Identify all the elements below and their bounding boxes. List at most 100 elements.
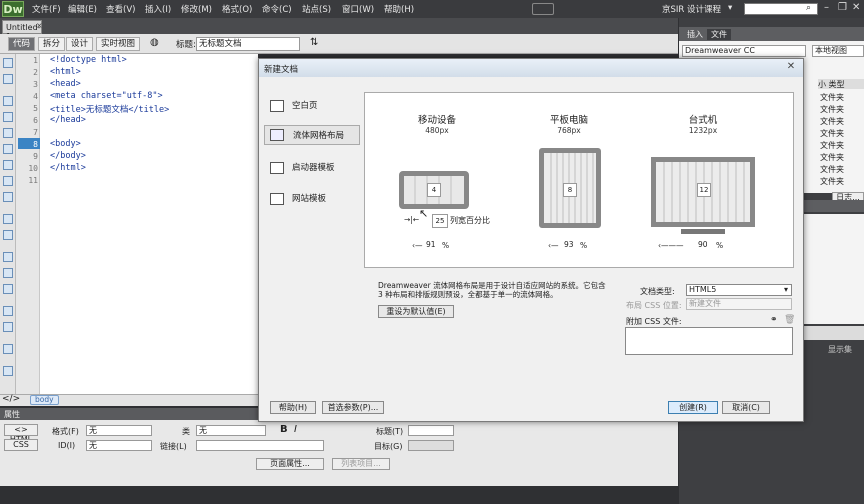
chevron-down-icon[interactable]: ▾ xyxy=(728,3,732,13)
help-button[interactable]: 帮助(H) xyxy=(270,401,316,414)
dialog-titlebar xyxy=(259,59,803,77)
code-line[interactable]: </body> xyxy=(50,151,86,161)
collapse-tag-icon[interactable] xyxy=(3,74,13,84)
tablet-percent-input[interactable]: 93 xyxy=(564,240,574,249)
menu-edit[interactable]: 编辑(E) xyxy=(68,3,97,15)
wrap-tag-icon[interactable] xyxy=(3,252,13,262)
menu-view[interactable]: 查看(V) xyxy=(106,3,135,15)
menu-file[interactable]: 文件(F) xyxy=(32,3,61,15)
code-line[interactable]: <meta charset="utf-8"> xyxy=(50,91,163,101)
indent-code-icon[interactable] xyxy=(3,306,13,316)
create-button[interactable]: 创建(R) xyxy=(668,401,718,414)
class-select[interactable]: 无 xyxy=(196,425,266,436)
select-parent-icon[interactable] xyxy=(3,112,13,122)
cancel-button[interactable]: 取消(C) xyxy=(722,401,770,414)
auto-indent-icon[interactable] xyxy=(3,176,13,186)
desktop-columns-input[interactable]: 12 xyxy=(697,183,711,197)
code-line[interactable]: <!doctype html> xyxy=(50,55,127,65)
menu-format[interactable]: 格式(O) xyxy=(222,3,252,15)
id-select[interactable]: 无 xyxy=(86,440,152,451)
site-select[interactable]: Dreamweaver CC xyxy=(682,45,806,57)
code-line[interactable]: <head> xyxy=(50,79,81,89)
blank-page-icon xyxy=(270,100,284,112)
expand-all-icon[interactable] xyxy=(3,96,13,106)
css-mode-button[interactable]: CSS xyxy=(4,439,38,451)
italic-button[interactable]: I xyxy=(294,424,297,435)
line-number: 6 xyxy=(33,116,38,125)
word-wrap-icon[interactable] xyxy=(3,192,13,202)
type-column-header[interactable]: 小 类型 xyxy=(818,79,864,89)
file-transfer-icon[interactable]: ⇅ xyxy=(310,37,318,48)
validate-icon[interactable] xyxy=(3,366,13,376)
tag-selector-body[interactable]: body xyxy=(30,395,59,405)
gutter-width-input[interactable]: 25 xyxy=(432,214,448,228)
recent-snippets-icon[interactable] xyxy=(3,268,13,278)
tablet-columns-input[interactable]: 8 xyxy=(563,183,577,197)
menu-site[interactable]: 站点(S) xyxy=(302,3,331,15)
move-css-icon[interactable] xyxy=(3,284,13,294)
outdent-code-icon[interactable] xyxy=(3,322,13,332)
bold-button[interactable]: B xyxy=(280,424,288,435)
mobile-columns-input[interactable]: 4 xyxy=(427,183,441,197)
document-title-input[interactable]: 无标题文档 xyxy=(196,37,300,51)
preferences-button[interactable]: 首选参数(P)... xyxy=(322,401,384,414)
search-icon[interactable]: ⌕ xyxy=(806,3,811,13)
mobile-percent-input[interactable]: 91 xyxy=(426,240,436,249)
code-view-icon[interactable]: </> xyxy=(2,394,20,404)
html-mode-button[interactable]: <> HTML xyxy=(4,424,38,444)
syntax-color-icon[interactable] xyxy=(3,160,13,170)
tab-files[interactable]: 文件 xyxy=(707,29,731,40)
code-line[interactable]: <html> xyxy=(50,67,81,77)
percent-sign: % xyxy=(716,241,724,250)
remove-comment-icon[interactable] xyxy=(3,230,13,240)
trash-icon[interactable]: 🗑 xyxy=(784,315,795,325)
layout-css-select[interactable]: 新建文件 xyxy=(686,298,792,310)
show-set-label[interactable]: 显示集 xyxy=(828,344,852,355)
code-line[interactable]: <body> xyxy=(50,139,81,149)
menu-window[interactable]: 窗口(W) xyxy=(342,3,374,15)
link-icon[interactable]: ⚭ xyxy=(770,315,778,325)
workspace-user-label[interactable]: 京SIR 设计课程 xyxy=(662,3,721,15)
menu-commands[interactable]: 命令(C) xyxy=(262,3,292,15)
title-prop-input[interactable] xyxy=(408,425,454,436)
close-window-button[interactable]: ✕ xyxy=(852,2,860,13)
code-view-button[interactable]: 代码 xyxy=(8,37,36,51)
split-view-button[interactable]: 拆分 xyxy=(38,37,66,51)
doctype-select[interactable]: HTML5 xyxy=(686,284,792,296)
minimize-button[interactable]: – xyxy=(824,2,829,13)
tab-insert[interactable]: 插入 xyxy=(683,29,707,40)
code-line[interactable]: <title>无标题文档</title> xyxy=(50,103,169,115)
design-view-button[interactable]: 设计 xyxy=(66,37,94,51)
workspace-layout-icon[interactable] xyxy=(532,3,554,15)
open-documents-icon[interactable] xyxy=(3,58,13,68)
target-select[interactable] xyxy=(408,440,454,451)
reset-defaults-button[interactable]: 重设为默认值(E) xyxy=(378,305,454,318)
format-select[interactable]: 无 xyxy=(86,425,152,436)
line-numbers-icon[interactable] xyxy=(3,128,13,138)
link-input[interactable] xyxy=(196,440,324,451)
menu-help[interactable]: 帮助(H) xyxy=(384,3,414,15)
title-prop-label: 标题(T) xyxy=(376,427,404,436)
highlight-invalid-icon[interactable] xyxy=(3,144,13,154)
line-number: 2 xyxy=(33,68,38,77)
dialog-close-button[interactable]: ✕ xyxy=(783,61,799,73)
close-tab-icon[interactable]: × xyxy=(36,21,43,30)
code-line[interactable]: </head> xyxy=(50,115,86,125)
format-source-icon[interactable] xyxy=(3,344,13,354)
apply-comment-icon[interactable] xyxy=(3,214,13,224)
globe-icon[interactable]: ◍ xyxy=(150,37,159,48)
file-type-cell: 文件夹 xyxy=(820,141,844,150)
attached-css-list[interactable] xyxy=(625,327,793,355)
menu-modify[interactable]: 修改(M) xyxy=(181,3,212,15)
link-label: 链接(L) xyxy=(160,442,187,451)
list-item-button[interactable]: 列表项目... xyxy=(332,458,390,470)
restore-button[interactable]: ❐ xyxy=(838,2,847,13)
live-view-button[interactable]: 实时视图 xyxy=(96,37,141,51)
menu-insert[interactable]: 插入(I) xyxy=(145,3,171,15)
view-select[interactable]: 本地视图 xyxy=(812,45,864,57)
percent-sign: % xyxy=(442,241,450,250)
code-line[interactable]: </html> xyxy=(50,163,86,173)
page-properties-button[interactable]: 页面属性... xyxy=(256,458,324,470)
doctype-label: 文档类型: xyxy=(640,287,675,296)
desktop-percent-input[interactable]: 90 xyxy=(698,240,708,249)
